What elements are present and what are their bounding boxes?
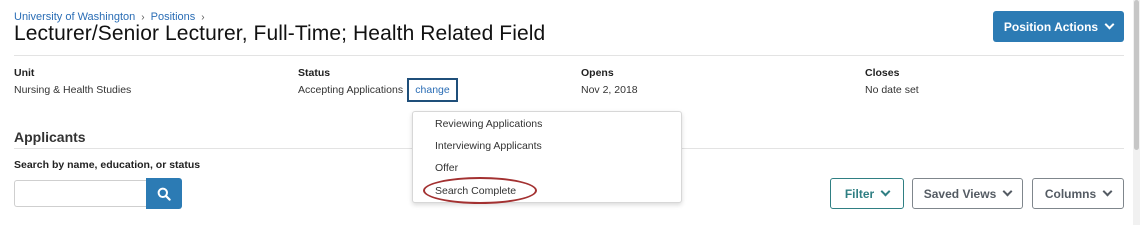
page-title: Lecturer/Senior Lecturer, Full-Time; Hea… <box>14 22 546 45</box>
menu-item-interviewing-applicants[interactable]: Interviewing Applicants <box>435 140 542 152</box>
closes-value: No date set <box>865 84 919 96</box>
unit-field: Unit Nursing & Health Studies <box>14 67 131 96</box>
applicants-section-title: Applicants <box>14 129 86 145</box>
search-input[interactable] <box>14 180 147 207</box>
chevron-down-icon <box>1002 186 1013 197</box>
saved-views-button[interactable]: Saved Views <box>912 178 1023 209</box>
change-status-link[interactable]: change <box>407 78 458 102</box>
search-icon <box>157 187 171 201</box>
columns-label: Columns <box>1044 186 1097 201</box>
position-actions-button[interactable]: Position Actions <box>993 11 1124 42</box>
opens-field: Opens Nov 2, 2018 <box>581 67 638 96</box>
menu-item-reviewing-applications[interactable]: Reviewing Applications <box>435 118 542 130</box>
columns-button[interactable]: Columns <box>1032 178 1124 209</box>
header-divider <box>14 55 1124 56</box>
chevron-down-icon <box>1104 19 1115 30</box>
opens-value: Nov 2, 2018 <box>581 84 638 96</box>
search-button[interactable] <box>146 178 182 209</box>
search-label: Search by name, education, or status <box>14 159 201 171</box>
status-label: Status <box>298 67 331 79</box>
status-dropdown-menu: Reviewing Applications Interviewing Appl… <box>412 111 682 204</box>
chevron-down-icon <box>880 186 891 197</box>
unit-value: Nursing & Health Studies <box>14 84 132 96</box>
opens-label: Opens <box>581 67 614 79</box>
filter-button[interactable]: Filter <box>830 178 904 209</box>
closes-label: Closes <box>865 67 900 79</box>
menu-item-search-complete[interactable]: Search Complete <box>435 185 516 197</box>
scrollbar-thumb[interactable] <box>1134 0 1139 150</box>
closes-field: Closes No date set <box>865 67 919 96</box>
menu-item-offer[interactable]: Offer <box>435 162 458 174</box>
unit-label: Unit <box>14 67 35 79</box>
status-field: Status Accepting Applications <box>298 67 403 96</box>
status-value: Accepting Applications <box>298 84 404 96</box>
filter-label: Filter <box>844 186 875 201</box>
position-actions-label: Position Actions <box>1003 19 1099 34</box>
chevron-down-icon <box>1102 186 1113 197</box>
saved-views-label: Saved Views <box>923 186 997 201</box>
